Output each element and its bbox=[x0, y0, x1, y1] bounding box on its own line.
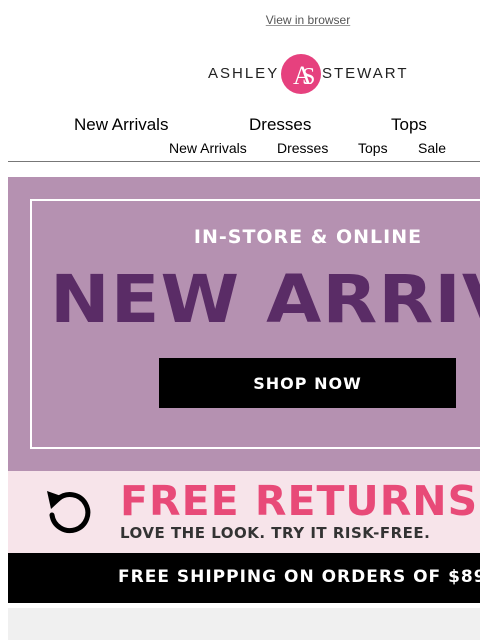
nav-secondary-dresses[interactable]: Dresses bbox=[277, 140, 328, 156]
logo-word-ashley: ASHLEY bbox=[208, 65, 280, 82]
logo-word-stewart: STEWART bbox=[322, 65, 409, 82]
hero-banner[interactable]: IN-STORE & ONLINE NEW ARRIVALS SHOP NOW bbox=[8, 177, 480, 471]
nav-primary-tops[interactable]: Tops bbox=[391, 115, 427, 135]
view-in-browser-link[interactable]: View in browser bbox=[0, 13, 480, 27]
nav-secondary-new-arrivals[interactable]: New Arrivals bbox=[169, 140, 247, 156]
nav-primary-new-arrivals[interactable]: New Arrivals bbox=[74, 115, 168, 135]
shop-now-button[interactable]: SHOP NOW bbox=[159, 358, 456, 408]
shipping-text: FREE SHIPPING ON ORDERS OF $89+ bbox=[118, 567, 480, 587]
free-shipping-banner[interactable]: FREE SHIPPING ON ORDERS OF $89+ bbox=[8, 553, 480, 603]
logo-monogram-icon: A S bbox=[281, 54, 321, 94]
nav-secondary-sale[interactable]: Sale bbox=[418, 140, 446, 156]
nav-divider bbox=[8, 161, 480, 162]
free-returns-banner[interactable]: FREE RETURNS LOVE THE LOOK. TRY IT RISK-… bbox=[8, 471, 480, 553]
nav-secondary-tops[interactable]: Tops bbox=[358, 140, 388, 156]
nav-primary-dresses[interactable]: Dresses bbox=[249, 115, 311, 135]
hero-subheading: IN-STORE & ONLINE bbox=[193, 226, 423, 248]
svg-text:S: S bbox=[302, 64, 315, 90]
brand-logo[interactable]: ASHLEY A S STEWART bbox=[207, 53, 412, 95]
returns-tagline: LOVE THE LOOK. TRY IT RISK-FREE. bbox=[120, 524, 431, 542]
returns-headline: FREE RETURNS bbox=[120, 477, 479, 525]
hero-headline: NEW ARRIVALS bbox=[50, 261, 480, 338]
return-arrow-icon bbox=[47, 491, 91, 534]
content-section-top bbox=[8, 608, 480, 640]
